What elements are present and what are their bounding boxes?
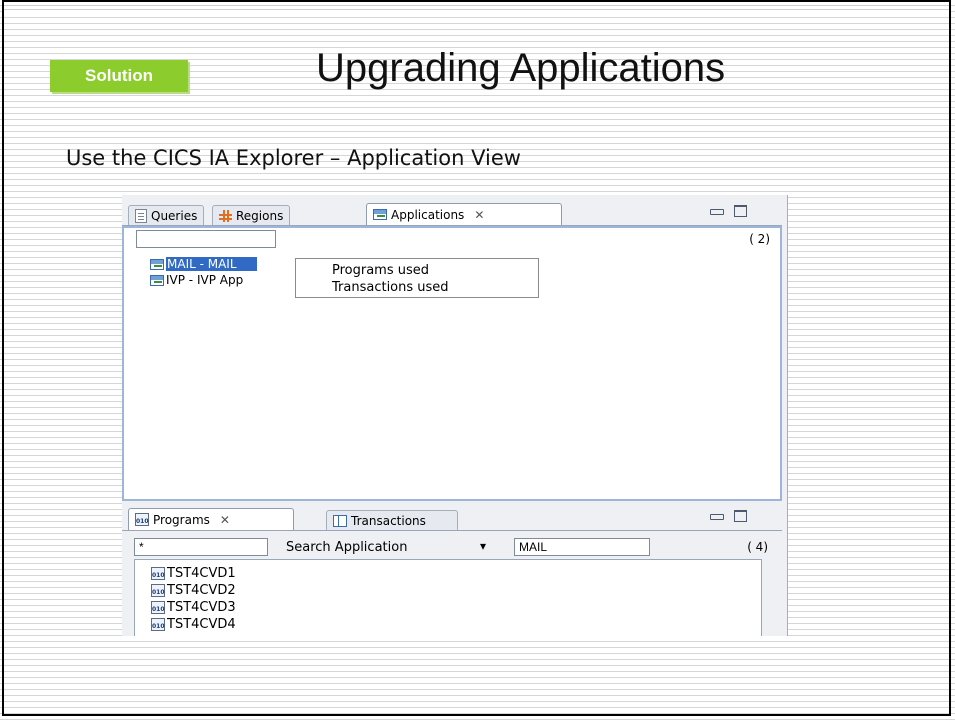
list-item[interactable]: 010 TST4CVD1 [151, 565, 236, 582]
programs-filter-input[interactable] [134, 538, 268, 556]
application-icon [373, 209, 387, 220]
list-item[interactable]: 010 TST4CVD3 [151, 599, 236, 616]
program-icon: 010 [151, 584, 165, 597]
program-icon: 010 [151, 618, 165, 631]
bottom-view-window-controls [710, 510, 747, 522]
minimize-icon[interactable] [710, 209, 724, 215]
programs-count: ( 4) [747, 540, 768, 554]
chevron-down-icon[interactable]: ▾ [480, 539, 486, 553]
document-icon [135, 208, 147, 223]
tab-regions[interactable]: Regions [212, 205, 291, 225]
application-search-input[interactable] [514, 538, 650, 556]
tab-label: Transactions [351, 513, 426, 528]
program-name: TST4CVD1 [167, 566, 236, 581]
context-menu: Programs used Transactions used [295, 258, 539, 298]
program-name: TST4CVD3 [167, 600, 236, 615]
programs-toolbar: Search Application ▾ ( 4) [122, 531, 782, 557]
close-icon[interactable]: ✕ [220, 513, 230, 527]
tree-item-label: IVP - IVP App [166, 273, 244, 287]
table-icon [333, 514, 347, 527]
tab-applications[interactable]: Applications ✕ [366, 203, 562, 225]
tab-label: Applications [391, 207, 465, 222]
tree-item-ivp[interactable]: IVP - IVP App [150, 272, 257, 288]
maximize-icon[interactable] [734, 205, 747, 217]
slide-title: Upgrading Applications [316, 46, 726, 90]
slide-subtitle: Use the CICS IA Explorer – Application V… [66, 146, 521, 170]
menu-item-transactions-used[interactable]: Transactions used [332, 279, 538, 296]
bottom-view-tabbar: 010 Programs ✕ Transactions [122, 508, 782, 531]
tab-transactions[interactable]: Transactions [326, 510, 458, 530]
search-scope-label: Search Application [286, 540, 408, 555]
program-icon: 010 [135, 513, 149, 526]
program-name: TST4CVD2 [167, 583, 236, 598]
grid-icon [219, 209, 232, 222]
application-icon [150, 274, 164, 286]
menu-item-programs-used[interactable]: Programs used [332, 262, 538, 279]
maximize-icon[interactable] [734, 510, 747, 522]
program-icon: 010 [151, 567, 165, 580]
applications-tree: MAIL - MAIL IVP - IVP App [150, 256, 257, 288]
program-name: TST4CVD4 [167, 617, 236, 632]
tab-label: Regions [236, 208, 284, 223]
list-item[interactable]: 010 TST4CVD2 [151, 582, 236, 599]
program-icon: 010 [151, 601, 165, 614]
tab-programs[interactable]: 010 Programs ✕ [128, 508, 294, 530]
applications-count: ( 2) [749, 232, 770, 246]
tree-item-mail[interactable]: MAIL - MAIL [150, 256, 257, 272]
ia-explorer-screenshot: Queries Regions Applications ✕ ( 2) MAIL… [122, 195, 788, 636]
top-view-window-controls [710, 205, 747, 217]
close-icon[interactable]: ✕ [474, 208, 484, 222]
tab-queries[interactable]: Queries [128, 205, 205, 225]
list-item[interactable]: 010 TST4CVD4 [151, 616, 236, 633]
top-view-tabbar: Queries Regions Applications ✕ [122, 203, 782, 226]
solution-badge: Solution [50, 60, 188, 92]
programs-panel: 010 TST4CVD1 010 TST4CVD2 010 TST4CVD3 0… [134, 559, 762, 636]
minimize-icon[interactable] [710, 514, 724, 520]
tab-label: Programs [153, 512, 210, 527]
application-icon [150, 258, 164, 270]
tree-item-label: MAIL - MAIL [166, 257, 257, 271]
applications-filter-input[interactable] [136, 230, 276, 248]
tab-label: Queries [151, 208, 198, 223]
programs-list: 010 TST4CVD1 010 TST4CVD2 010 TST4CVD3 0… [151, 565, 236, 633]
